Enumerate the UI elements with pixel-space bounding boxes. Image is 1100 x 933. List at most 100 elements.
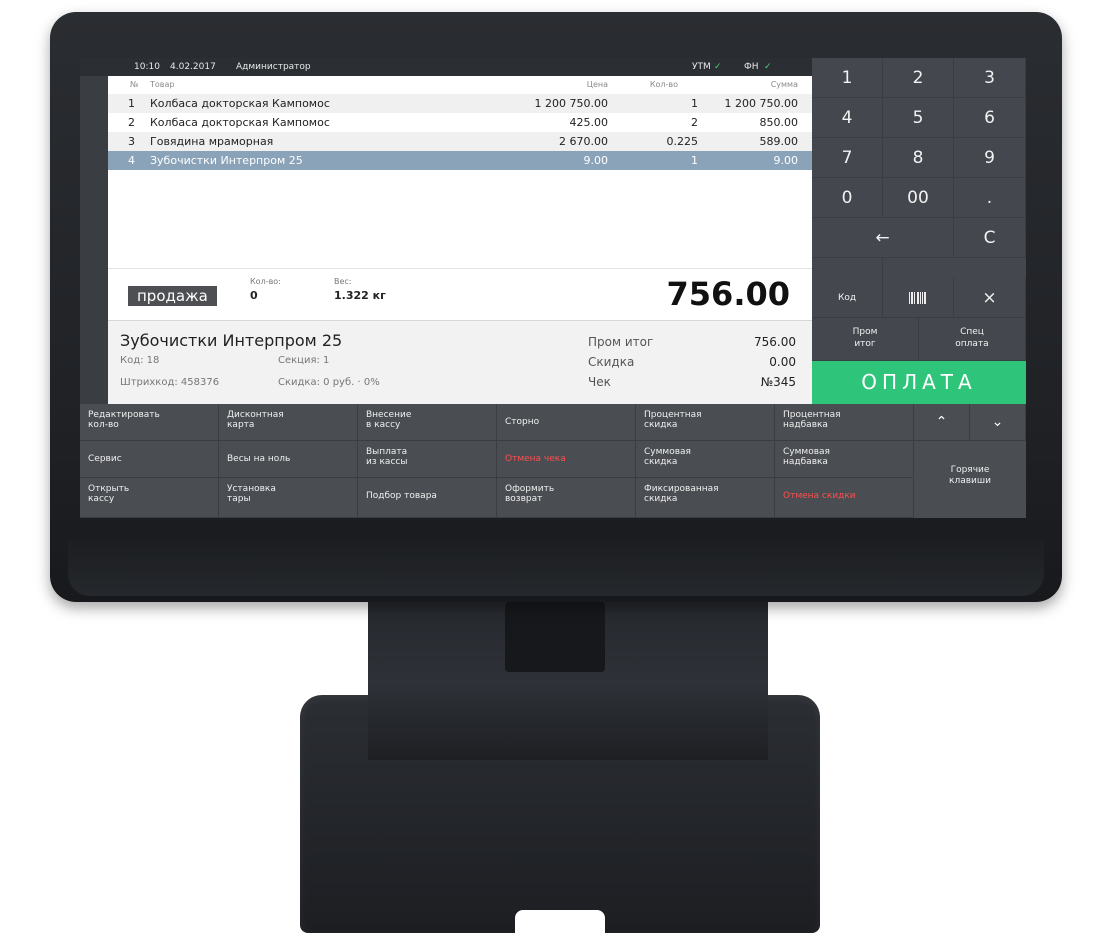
table-row[interactable]: 3 Говядина мраморная 2 670.00 0.225 589.… xyxy=(108,132,812,151)
open-register-button[interactable]: Открыть кассу xyxy=(80,478,219,518)
row-name: Говядина мраморная xyxy=(150,135,274,148)
key-4[interactable]: 4 xyxy=(812,98,883,138)
key-2[interactable]: 2 xyxy=(883,58,954,98)
barcode-key[interactable] xyxy=(883,278,954,318)
row-price: 1 200 750.00 xyxy=(534,97,608,110)
header-num: № xyxy=(130,80,139,89)
weight-label: Вес: xyxy=(334,277,352,286)
product-discount: Скидка: 0 руб. · 0% xyxy=(278,377,380,388)
backspace-key[interactable]: ← xyxy=(812,218,954,258)
tare-scale-button[interactable]: Весы на ноль xyxy=(219,441,358,478)
product-lookup-button[interactable]: Подбор товара xyxy=(358,478,497,518)
product-section: Секция: 1 xyxy=(278,355,330,366)
discount-value: 0.00 xyxy=(769,355,796,369)
row-qty: 0.225 xyxy=(666,135,699,148)
subtotal-label: Пром итог xyxy=(588,335,654,349)
item-info-panel: Зубочистки Интерпром 25 Код: 18 Секция: … xyxy=(108,320,812,405)
status-bar: 10:10 4.02.2017 Администратор УТМ ✓ ФН ✓ xyxy=(80,58,812,76)
sum-markup-button[interactable]: Суммовая надбавка xyxy=(775,441,914,478)
table-header: № Товар Цена Кол-во Сумма xyxy=(108,76,812,94)
row-num: 1 xyxy=(128,97,135,110)
table-row-selected[interactable]: 4 Зубочистки Интерпром 25 9.00 1 9.00 xyxy=(108,151,812,170)
stand-cable-slot xyxy=(505,602,605,672)
percent-discount-button[interactable]: Процентная скидка xyxy=(636,404,775,441)
mode-badge[interactable]: продажа xyxy=(128,286,217,306)
table-row[interactable]: 1 Колбаса докторская Кампомос 1 200 750.… xyxy=(108,94,812,113)
special-payment-key[interactable]: Спец оплата xyxy=(919,318,1026,361)
hotkeys-line1: Горячие xyxy=(950,465,990,475)
pay-button[interactable]: ОПЛАТА xyxy=(812,361,1026,404)
discount-card-button[interactable]: Дисконтная карта xyxy=(219,404,358,441)
cash-out-button[interactable]: Выплата из кассы xyxy=(358,441,497,478)
service-button[interactable]: Сервис xyxy=(80,441,219,478)
status-date: 4.02.2017 xyxy=(170,62,216,72)
clear-key[interactable]: C xyxy=(954,218,1026,258)
subtotal-value: 756.00 xyxy=(754,335,796,349)
special-key-line1: Спец xyxy=(960,327,984,337)
header-qty: Кол-во xyxy=(649,80,678,89)
code-key[interactable]: Код xyxy=(812,278,883,318)
qty-label: Кол-во: xyxy=(250,277,281,286)
subtotal-key-line1: Пром xyxy=(852,327,878,337)
row-sum: 9.00 xyxy=(773,154,799,167)
set-tare-button[interactable]: Установка тары xyxy=(219,478,358,518)
row-num: 4 xyxy=(128,154,135,167)
header-price: Цена xyxy=(586,80,608,89)
chevron-down-icon[interactable]: ⌄ xyxy=(970,404,1026,441)
discount-label: Скидка xyxy=(588,355,635,369)
cancel-key[interactable]: × xyxy=(954,278,1026,318)
product-name: Зубочистки Интерпром 25 xyxy=(120,331,343,350)
numeric-keypad: 1 2 3 4 5 6 7 8 9 0 00 . ← C Код × Пром … xyxy=(812,58,1026,404)
product-barcode: Штрихкод: 458376 xyxy=(120,377,220,388)
header-sum: Сумма xyxy=(770,80,798,89)
qty-value: 0 xyxy=(250,289,258,302)
cancel-discount-button[interactable]: Отмена скидки xyxy=(775,478,914,518)
pos-screen: 10:10 4.02.2017 Администратор УТМ ✓ ФН ✓… xyxy=(80,58,1026,518)
row-price: 2 670.00 xyxy=(559,135,608,148)
row-price: 425.00 xyxy=(569,116,609,129)
row-name: Колбаса докторская Кампомос xyxy=(150,97,330,110)
monitor-bezel-lower xyxy=(68,540,1044,596)
key-00[interactable]: 00 xyxy=(883,178,954,218)
cancel-receipt-button[interactable]: Отмена чека xyxy=(497,441,636,478)
row-price: 9.00 xyxy=(583,154,609,167)
status-fn: ФН xyxy=(744,62,759,72)
key-decimal[interactable]: . xyxy=(954,178,1026,218)
receipt-number: №345 xyxy=(760,375,796,389)
row-name: Колбаса докторская Кампомос xyxy=(150,116,330,129)
stand-base-notch xyxy=(515,910,605,933)
subtotal-key[interactable]: Пром итог xyxy=(812,318,919,361)
check-icon: ✓ xyxy=(764,62,772,72)
barcode-icon xyxy=(909,292,926,304)
keypad-spacer xyxy=(812,258,883,278)
chevron-up-icon[interactable]: ⌃ xyxy=(914,404,970,441)
key-8[interactable]: 8 xyxy=(883,138,954,178)
key-0[interactable]: 0 xyxy=(812,178,883,218)
hotkeys-button[interactable]: Горячие клавиши xyxy=(914,441,1026,518)
product-code: Код: 18 xyxy=(120,355,160,366)
key-5[interactable]: 5 xyxy=(883,98,954,138)
row-num: 3 xyxy=(128,135,135,148)
cash-in-button[interactable]: Внесение в кассу xyxy=(358,404,497,441)
key-1[interactable]: 1 xyxy=(812,58,883,98)
totals-bar: продажа Кол-во: 0 Вес: 1.322 кг 756.00 xyxy=(108,268,812,317)
row-num: 2 xyxy=(128,116,135,129)
function-buttons: Редактировать кол-во Дисконтная карта Внес… xyxy=(80,404,1026,518)
percent-markup-button[interactable]: Процентная надбавка xyxy=(775,404,914,441)
row-sum: 1 200 750.00 xyxy=(724,97,798,110)
status-user: Администратор xyxy=(236,62,311,72)
key-3[interactable]: 3 xyxy=(954,58,1026,98)
status-time: 10:10 xyxy=(134,62,160,72)
subtotal-key-line2: итог xyxy=(854,339,876,349)
key-7[interactable]: 7 xyxy=(812,138,883,178)
table-row[interactable]: 2 Колбаса докторская Кампомос 425.00 2 8… xyxy=(108,113,812,132)
storno-button[interactable]: Сторно xyxy=(497,404,636,441)
receipt-label: Чек xyxy=(588,375,611,389)
sum-discount-button[interactable]: Суммовая скидка xyxy=(636,441,775,478)
key-9[interactable]: 9 xyxy=(954,138,1026,178)
fixed-discount-button[interactable]: Фиксированная скидка xyxy=(636,478,775,518)
return-button[interactable]: Оформить возврат xyxy=(497,478,636,518)
edit-qty-button[interactable]: Редактировать кол-во xyxy=(80,404,219,441)
status-utm: УТМ xyxy=(692,62,711,72)
key-6[interactable]: 6 xyxy=(954,98,1026,138)
